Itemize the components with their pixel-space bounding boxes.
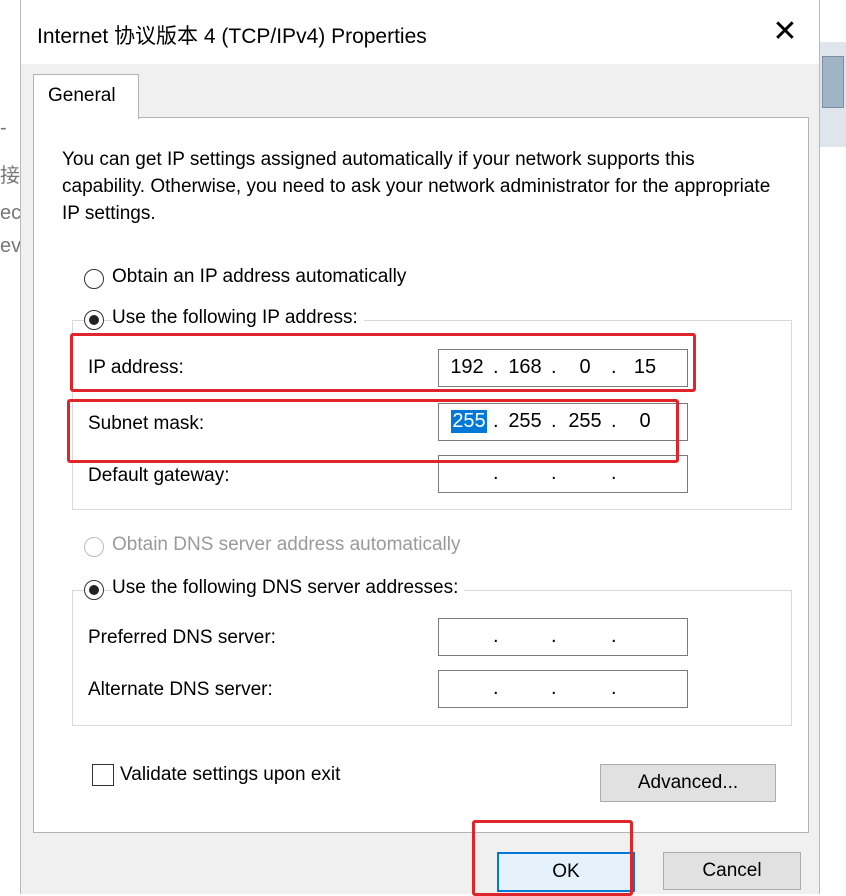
radio-obtain-dns-auto[interactable]: [84, 537, 104, 557]
ip-dot: .: [611, 625, 617, 647]
ip-dot: .: [611, 677, 617, 699]
highlight-box-ip-address: [70, 333, 696, 392]
ip-dot: .: [493, 625, 499, 647]
background-text-fragment: ev: [0, 235, 22, 257]
background-text-fragment: -: [0, 117, 7, 139]
radio-use-following-dns[interactable]: [84, 580, 104, 600]
validate-checkbox[interactable]: [92, 764, 114, 786]
obtain-dns-auto-label[interactable]: Obtain DNS server address automatically: [112, 534, 467, 556]
ip-dot: .: [551, 677, 557, 699]
ip-dot: .: [611, 462, 617, 484]
radio-obtain-ip-auto[interactable]: [84, 269, 104, 289]
tab-general-label: General: [48, 85, 116, 106]
alternate-dns-label: Alternate DNS server:: [88, 679, 273, 700]
intro-text: You can get IP settings assigned automat…: [62, 149, 771, 224]
highlight-box-subnet-mask: [67, 399, 679, 463]
ip-dot: .: [551, 625, 557, 647]
network-icon: [822, 56, 844, 108]
ip-dot: .: [551, 462, 557, 484]
background-text-fragment: ec: [0, 202, 22, 224]
radio-use-following-ip[interactable]: [84, 310, 104, 330]
use-following-dns-label[interactable]: Use the following DNS server addresses:: [112, 577, 465, 599]
background-window-left: - 接 ec ev: [0, 0, 22, 894]
title-bar: Internet 协议版本 4 (TCP/IPv4) Properties ✕: [21, 0, 819, 64]
obtain-ip-auto-label[interactable]: Obtain an IP address automatically: [112, 266, 413, 288]
default-gateway-label: Default gateway:: [88, 465, 230, 486]
preferred-dns-label: Preferred DNS server:: [88, 627, 276, 648]
close-icon[interactable]: ✕: [765, 14, 805, 50]
use-following-ip-label[interactable]: Use the following IP address:: [112, 307, 364, 329]
preferred-dns-input[interactable]: . . .: [438, 618, 688, 656]
advanced-button[interactable]: Advanced...: [600, 764, 776, 802]
background-window-right: [818, 42, 846, 147]
validate-label[interactable]: Validate settings upon exit: [120, 764, 340, 786]
dialog-title: Internet 协议版本 4 (TCP/IPv4) Properties: [37, 25, 427, 48]
ip-dot: .: [493, 462, 499, 484]
background-text-fragment: 接: [0, 165, 20, 187]
highlight-box-ok-button: [472, 820, 633, 896]
cancel-button[interactable]: Cancel: [663, 852, 801, 890]
ip-dot: .: [493, 677, 499, 699]
tab-general[interactable]: General: [33, 74, 139, 119]
general-panel: You can get IP settings assigned automat…: [33, 117, 809, 833]
alternate-dns-input[interactable]: . . .: [438, 670, 688, 708]
